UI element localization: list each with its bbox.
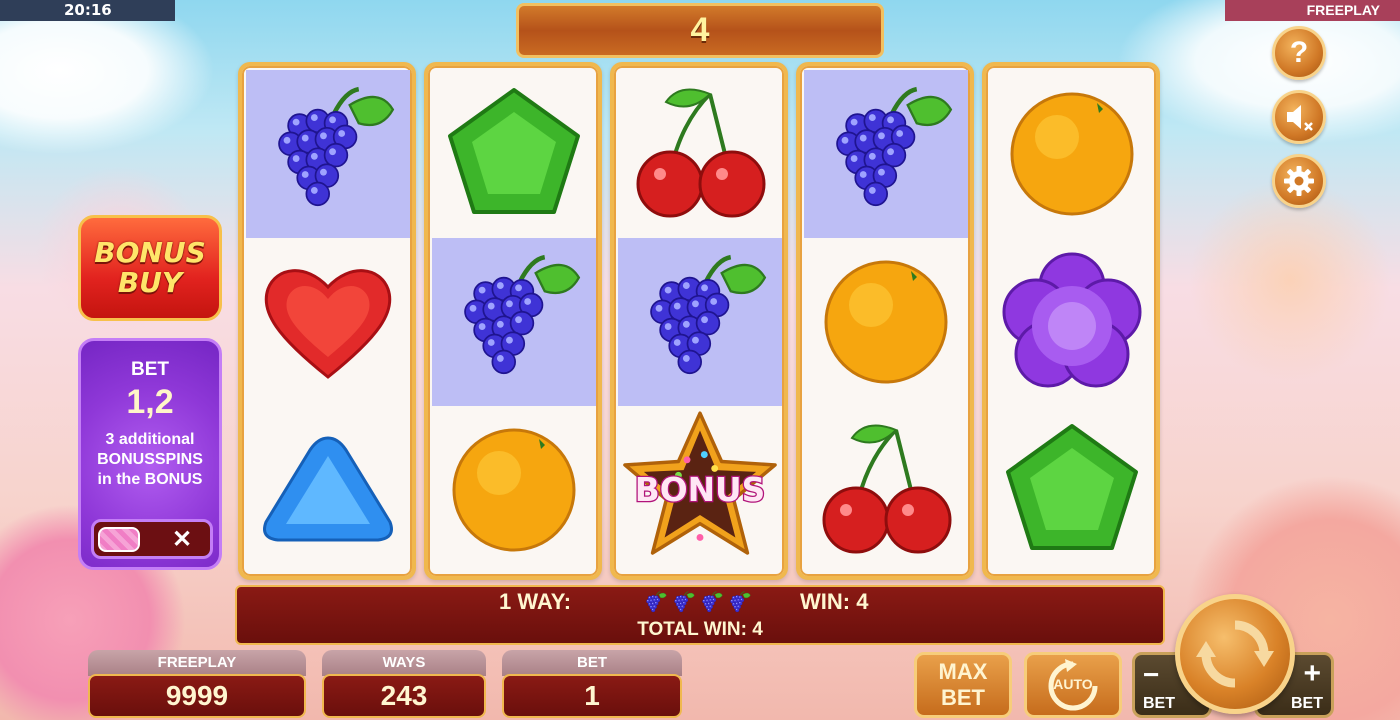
reel-1 [238, 62, 416, 580]
cherries-symbol [618, 70, 782, 238]
green-pentagon-icon [1006, 424, 1138, 550]
toggle-knob[interactable] [98, 527, 140, 552]
bonus-bet-value: 1,2 [126, 383, 174, 421]
ways-label: WAYS [322, 650, 486, 676]
grapes-icon [278, 86, 395, 207]
grapes-symbol [246, 70, 410, 238]
settings-button[interactable] [1272, 154, 1326, 208]
bet-increase-label: BET [1291, 695, 1323, 712]
reel-3: BONUS [610, 62, 788, 580]
freeplay-mode-label: FREEPLAY [1225, 0, 1400, 21]
win-symbols [642, 590, 752, 621]
bonus-star-symbol: BONUS [618, 406, 782, 574]
autoplay-label: AUTO [1053, 676, 1093, 692]
bonus-bet-panel: BET 1,2 3 additional BONUSSPINS in the B… [78, 338, 222, 570]
spin-button[interactable] [1175, 594, 1295, 714]
orange-symbol [804, 238, 968, 406]
max-bet-line2: BET [941, 685, 985, 710]
autoplay-button[interactable]: AUTO [1024, 652, 1122, 718]
grapes-symbol [618, 238, 782, 406]
win-amount-text: WIN: 4 [800, 589, 869, 614]
orange-icon [824, 260, 948, 384]
grapes-icon [836, 86, 953, 207]
minus-icon: − [1143, 659, 1160, 690]
bonus-bet-label: BET [131, 359, 169, 380]
win-ways-text: 1 WAY: [499, 589, 572, 614]
bet-value: 1 [502, 674, 682, 718]
orange-icon [1010, 92, 1134, 216]
cherries-icon [636, 88, 766, 218]
help-button[interactable]: ? [1272, 26, 1326, 80]
orange-icon [452, 428, 576, 552]
cherries-symbol [804, 406, 968, 574]
bonus-buy-line2: BUY [117, 266, 183, 299]
max-bet-button[interactable]: MAX BET [914, 652, 1012, 718]
bonus-buy-line1: BONUS [94, 236, 206, 269]
bet-label: BET [502, 650, 682, 676]
sound-button[interactable] [1272, 90, 1326, 144]
spin-arrows-icon [1196, 620, 1274, 688]
grapes-icon [650, 254, 767, 375]
orange-symbol [432, 406, 596, 574]
ways-value: 243 [322, 674, 486, 718]
freeplay-value: 9999 [88, 674, 306, 718]
red-heart-symbol [246, 238, 410, 406]
grapes-icon [464, 254, 581, 375]
clock: 20:16 [0, 0, 175, 21]
green-pentagon-symbol [990, 406, 1154, 574]
purple-flower-icon [1002, 252, 1142, 388]
bonus-buy-button[interactable]: BONUS BUY [78, 215, 222, 321]
blue-triangle-icon [263, 436, 393, 542]
grapes-mini-icon [726, 590, 752, 621]
grapes-mini-icon [698, 590, 724, 621]
plus-icon: + [1303, 657, 1321, 690]
total-win-text: TOTAL WIN: 4 [637, 619, 763, 640]
ways-box: WAYS 243 [322, 650, 486, 720]
gear-icon [1284, 166, 1314, 196]
sound-muted-icon [1287, 105, 1313, 131]
top-win-counter: 4 [516, 3, 884, 58]
bonus-text-line2: BONUSSPINS [97, 451, 203, 468]
bonus-star-icon: BONUS [623, 411, 777, 555]
orange-symbol [990, 70, 1154, 238]
reel-4 [796, 62, 974, 580]
bet-decrease-label: BET [1143, 695, 1175, 712]
max-bet-line1: MAX [938, 659, 988, 684]
grapes-symbol [432, 238, 596, 406]
bonus-text-line3: in the BONUS [97, 471, 203, 488]
reel-2 [424, 62, 602, 580]
freeplay-balance-box: FREEPLAY 9999 [88, 650, 306, 720]
green-pentagon-icon [448, 88, 580, 214]
blue-triangle-symbol [246, 406, 410, 574]
grapes-symbol [804, 70, 968, 238]
bonus-bet-toggle[interactable]: ✕ [91, 519, 213, 559]
close-icon: ✕ [172, 526, 193, 553]
green-pentagon-symbol [432, 70, 596, 238]
grapes-mini-icon [642, 590, 668, 621]
purple-flower-symbol [990, 238, 1154, 406]
red-heart-icon [264, 269, 392, 379]
grapes-mini-icon [670, 590, 696, 621]
svg-text:BONUS: BONUS [635, 471, 766, 509]
freeplay-label: FREEPLAY [88, 650, 306, 676]
question-icon: ? [1289, 36, 1309, 69]
bet-box: BET 1 [502, 650, 682, 720]
cherries-icon [822, 424, 952, 554]
bonus-text-line1: 3 additional [105, 431, 195, 448]
win-panel: 1 WAY: WIN: 4 TOTAL WIN: 4 [235, 585, 1165, 645]
reel-5 [982, 62, 1160, 580]
